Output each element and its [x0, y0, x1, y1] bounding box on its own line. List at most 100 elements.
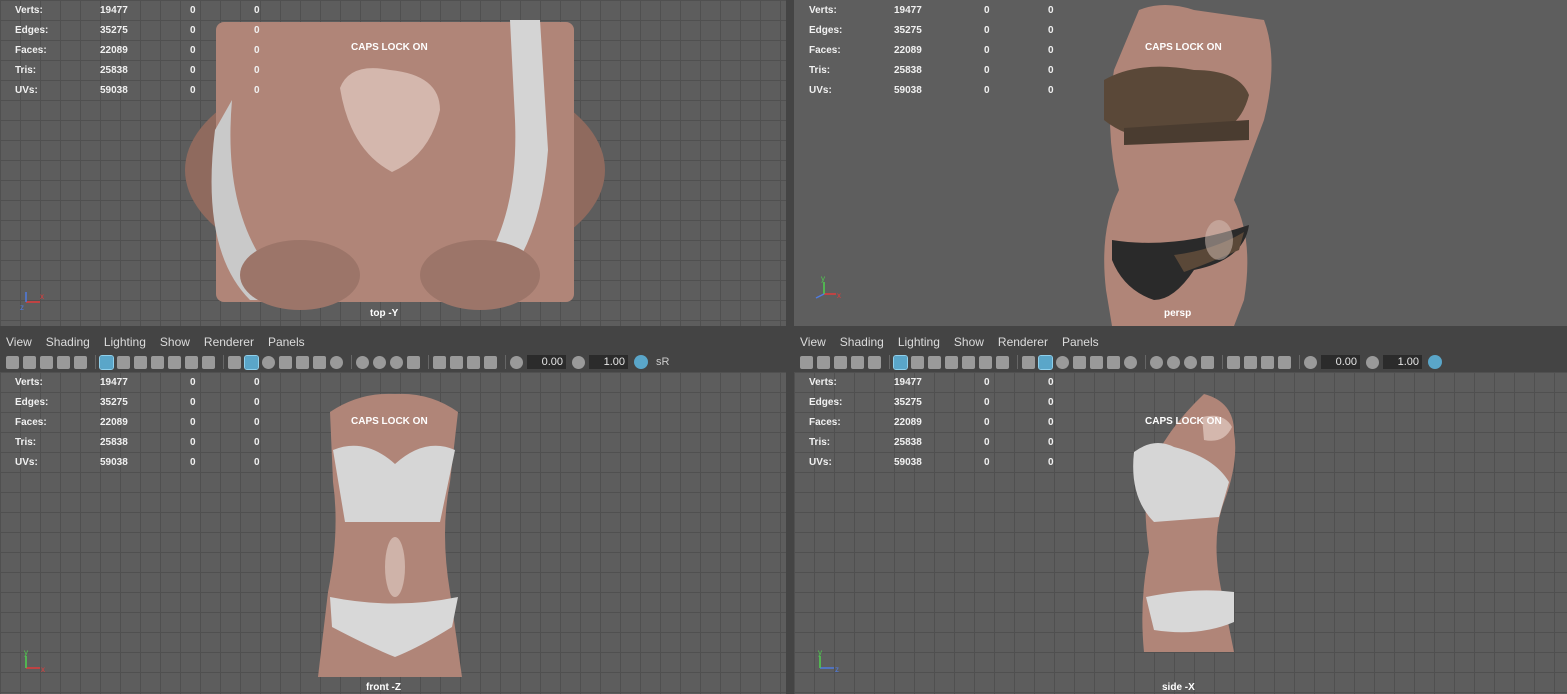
menu-shading[interactable]: Shading	[46, 335, 90, 349]
menu-renderer[interactable]: Renderer	[204, 335, 254, 349]
anti-aliasing-icon[interactable]	[390, 355, 403, 369]
safe-title-icon[interactable]	[202, 355, 215, 369]
svg-text:z: z	[835, 665, 839, 674]
pan-zoom-icon[interactable]	[74, 355, 87, 369]
exposure-icon[interactable]	[510, 355, 523, 369]
camera-icon[interactable]	[6, 355, 19, 369]
default-material-icon[interactable]	[262, 355, 275, 369]
gamma-icon[interactable]	[1366, 355, 1379, 369]
toolbar-separator	[1145, 355, 1146, 369]
image-plane-icon[interactable]	[57, 355, 70, 369]
film-gate-icon[interactable]	[911, 355, 924, 369]
wireframe-on-shaded-icon[interactable]	[279, 355, 292, 369]
safe-title-icon[interactable]	[996, 355, 1009, 369]
gamma-field[interactable]: 1.00	[589, 355, 628, 369]
gamma-icon[interactable]	[572, 355, 585, 369]
wireframe-icon[interactable]	[1022, 355, 1035, 369]
image-plane-icon[interactable]	[851, 355, 864, 369]
bookmark-icon[interactable]	[40, 355, 53, 369]
xray-joints-icon[interactable]	[1261, 355, 1274, 369]
ambient-occlusion-icon[interactable]	[356, 355, 369, 369]
toolbar-separator	[1299, 355, 1300, 369]
exposure-field[interactable]: 0.00	[527, 355, 566, 369]
gate-mask-icon[interactable]	[945, 355, 958, 369]
menu-lighting[interactable]: Lighting	[898, 335, 940, 349]
wireframe-on-shaded-icon[interactable]	[1073, 355, 1086, 369]
isolate-select-icon[interactable]	[433, 355, 446, 369]
caps-lock-indicator: CAPS LOCK ON	[1145, 42, 1222, 53]
menu-show[interactable]: Show	[954, 335, 984, 349]
menu-view[interactable]: View	[800, 335, 826, 349]
shadows-icon[interactable]	[1124, 355, 1137, 369]
camera-attributes-icon[interactable]	[23, 355, 36, 369]
anti-aliasing-icon[interactable]	[1184, 355, 1197, 369]
toolbar-separator	[1222, 355, 1223, 369]
panel-menu: View Shading Lighting Show Renderer Pane…	[794, 332, 1567, 352]
axis-gizmo-icon: y x	[815, 276, 841, 300]
bookmark-icon[interactable]	[834, 355, 847, 369]
panel-bar-left: View Shading Lighting Show Renderer Pane…	[0, 332, 786, 372]
depth-of-field-icon[interactable]	[407, 355, 420, 369]
viewport-top[interactable]: Verts: 19477 0 0 Edges: 35275 0 0 Faces: 22089 0…	[0, 0, 786, 326]
default-material-icon[interactable]	[1056, 355, 1069, 369]
motion-blur-icon[interactable]	[1167, 355, 1180, 369]
poly-stats: Verts: 19477 0 0 Edges: 35275 0 0 Faces: 22089 0…	[15, 376, 260, 468]
poly-stats: Verts: 19477 0 0 Edges: 35275 0 0 Faces: 22089 0…	[809, 4, 1054, 96]
viewport-front[interactable]: Verts: 19477 0 0 Edges: 35275 0 0 Faces: 22089 0…	[0, 372, 786, 694]
viewport-persp[interactable]: Verts: 19477 0 0 Edges: 35275 0 0 Faces: 22089 0…	[794, 0, 1567, 326]
color-management-icon[interactable]	[634, 355, 648, 369]
menu-view[interactable]: View	[6, 335, 32, 349]
xray-joints-icon[interactable]	[467, 355, 480, 369]
menu-show[interactable]: Show	[160, 335, 190, 349]
backface-culling-icon[interactable]	[484, 355, 497, 369]
field-chart-icon[interactable]	[168, 355, 181, 369]
menu-panels[interactable]: Panels	[1062, 335, 1099, 349]
lights-icon[interactable]	[1107, 355, 1120, 369]
backface-culling-icon[interactable]	[1278, 355, 1291, 369]
toolbar-separator	[223, 355, 224, 369]
smooth-shade-icon[interactable]	[244, 354, 259, 370]
viewport-side[interactable]: Verts: 19477 0 0 Edges: 35275 0 0 Faces: 22089 0…	[794, 372, 1567, 694]
xray-icon[interactable]	[1244, 355, 1257, 369]
grid-icon[interactable]	[893, 354, 908, 370]
gamma-field[interactable]: 1.00	[1383, 355, 1422, 369]
menu-shading[interactable]: Shading	[840, 335, 884, 349]
grid-icon[interactable]	[99, 354, 114, 370]
color-management-icon[interactable]	[1428, 355, 1442, 369]
film-gate-icon[interactable]	[117, 355, 130, 369]
safe-action-icon[interactable]	[185, 355, 198, 369]
ambient-occlusion-icon[interactable]	[1150, 355, 1163, 369]
pan-zoom-icon[interactable]	[868, 355, 881, 369]
resolution-gate-icon[interactable]	[928, 355, 941, 369]
menu-renderer[interactable]: Renderer	[998, 335, 1048, 349]
toolbar-separator	[95, 355, 96, 369]
textured-icon[interactable]	[296, 355, 309, 369]
depth-of-field-icon[interactable]	[1201, 355, 1214, 369]
lights-icon[interactable]	[313, 355, 326, 369]
isolate-select-icon[interactable]	[1227, 355, 1240, 369]
poly-stats: Verts: 19477 0 0 Edges: 35275 0 0 Faces: 22089 0…	[809, 376, 1054, 468]
field-chart-icon[interactable]	[962, 355, 975, 369]
shadows-icon[interactable]	[330, 355, 343, 369]
safe-action-icon[interactable]	[979, 355, 992, 369]
menu-lighting[interactable]: Lighting	[104, 335, 146, 349]
resolution-gate-icon[interactable]	[134, 355, 147, 369]
gate-mask-icon[interactable]	[151, 355, 164, 369]
exposure-icon[interactable]	[1304, 355, 1317, 369]
smooth-shade-icon[interactable]	[1038, 354, 1053, 370]
exposure-field[interactable]: 0.00	[1321, 355, 1360, 369]
toolbar-separator	[889, 355, 890, 369]
viewport-label-side: side -X	[1162, 682, 1195, 693]
toolbar-separator	[1017, 355, 1018, 369]
textured-icon[interactable]	[1090, 355, 1103, 369]
camera-icon[interactable]	[800, 355, 813, 369]
axis-gizmo-icon: y z	[818, 650, 839, 674]
menu-panels[interactable]: Panels	[268, 335, 305, 349]
motion-blur-icon[interactable]	[373, 355, 386, 369]
pane-divider-vertical[interactable]	[786, 0, 794, 694]
wireframe-icon[interactable]	[228, 355, 241, 369]
panel-bar-right: View Shading Lighting Show Renderer Pane…	[794, 332, 1567, 372]
view-transform-label[interactable]: sR	[656, 356, 669, 368]
xray-icon[interactable]	[450, 355, 463, 369]
camera-attributes-icon[interactable]	[817, 355, 830, 369]
